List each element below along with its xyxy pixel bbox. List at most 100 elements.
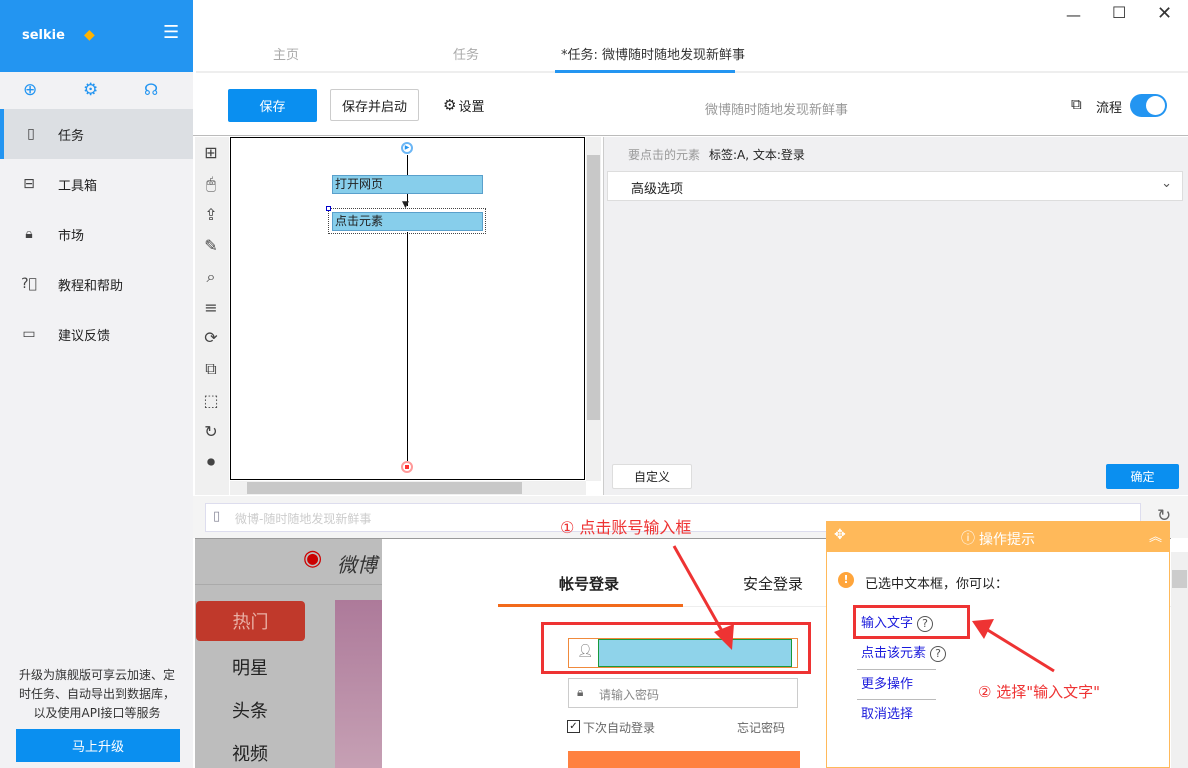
nav-hot[interactable]: 热门 — [196, 601, 305, 641]
mouse-hover-icon[interactable]: ⬚ — [200, 390, 222, 412]
connector — [407, 232, 408, 461]
flowchart-icon: ⧉ — [1071, 95, 1082, 113]
edit-input-icon[interactable]: ✎ — [200, 235, 222, 257]
save-and-start-button[interactable]: 保存并启动 — [330, 89, 419, 121]
annotation-step1: ① 点击账号输入框 — [560, 518, 692, 537]
help-icon: ?⃝ — [21, 276, 37, 292]
flow-toggle[interactable] — [1130, 94, 1167, 117]
gear-icon: ⚙ — [443, 96, 457, 114]
advanced-options-dropdown[interactable]: 高级选项 ⌄ — [607, 171, 1183, 201]
tips-header[interactable]: ✥ ⓘ 操作提示 ︽ — [826, 521, 1170, 552]
sidebar-header: selkie ◆ ☰ — [0, 0, 193, 72]
tab-home[interactable]: 主页 — [273, 44, 299, 63]
action-click-element[interactable]: 点击该元素? — [861, 642, 947, 662]
flow-label: 流程 — [1096, 101, 1123, 116]
forgot-password-link[interactable]: 忘记密码 — [737, 719, 785, 736]
nav-headlines[interactable]: 头条 — [232, 697, 268, 723]
divider — [193, 135, 1188, 136]
flow-node-click-element[interactable]: 点击元素 — [332, 212, 483, 231]
stop-icon[interactable]: ⏺ — [200, 451, 222, 473]
tab-account-login[interactable]: 帐号登录 — [559, 573, 619, 594]
tab-tasks[interactable]: 任务 — [453, 44, 479, 63]
nav-stars[interactable]: 明星 — [232, 654, 268, 680]
divider — [857, 699, 936, 700]
weibo-logo-icon: ◉ — [303, 546, 323, 571]
loop-click-icon[interactable]: ↻ — [200, 421, 222, 443]
task-title: 微博随时随地发现新鲜事 — [705, 103, 849, 118]
close-icon[interactable]: ✕ — [1157, 3, 1172, 24]
sidebar-item-market[interactable]: 🔒︎ 市场 — [0, 209, 193, 259]
menu-icon[interactable]: ☰ — [163, 22, 179, 43]
banner-image — [335, 600, 382, 768]
start-icon: ▶ — [401, 142, 413, 154]
sidebar-item-label: 任务 — [58, 128, 85, 144]
settings-button[interactable]: ⚙ 设置 — [443, 94, 484, 116]
highlight-box-input-text — [853, 605, 970, 639]
login-tab-underline — [498, 604, 683, 607]
sidebar: selkie ◆ ☰ ⊕ ⚙ ☊ ▯ 任务 ⊟ 工具箱 🔒︎ 市场 ?⃝ 教程和帮助 ▭… — [0, 0, 193, 768]
alert-icon: ⓘ — [961, 531, 975, 547]
sidebar-item-tasks[interactable]: ▯ 任务 — [0, 109, 193, 159]
sidebar-item-label: 工具箱 — [58, 178, 98, 194]
app-name: selkie — [22, 28, 65, 43]
nav-video[interactable]: 视频 — [232, 740, 268, 766]
end-icon — [401, 461, 413, 473]
confirm-button[interactable]: 确定 — [1106, 464, 1179, 489]
vertical-scrollbar[interactable] — [586, 137, 601, 481]
tips-title: 操作提示 — [979, 532, 1035, 548]
custom-button[interactable]: 自定义 — [612, 464, 692, 489]
loop-icon[interactable]: ⟳ — [200, 327, 222, 349]
annotation-step2: ② 选择"输入文字" — [978, 683, 1101, 701]
horizontal-scrollbar[interactable] — [230, 481, 586, 495]
element-label: 要点击的元素 — [628, 148, 701, 162]
action-cancel-selection[interactable]: 取消选择 — [861, 703, 913, 722]
action-label: 点击该元素 — [861, 646, 927, 661]
help-icon[interactable]: ? — [930, 646, 947, 662]
move-icon[interactable]: ✥ — [834, 527, 846, 543]
vip-diamond-icon: ◆ — [84, 27, 95, 43]
flow-node-open-page[interactable]: 打开网页 — [332, 175, 483, 194]
select-option-icon[interactable]: ≡ — [200, 297, 222, 319]
file-icon: ▯ — [27, 126, 35, 142]
sidebar-item-feedback[interactable]: ▭ 建议反馈 — [0, 309, 193, 359]
save-button[interactable]: 保存 — [228, 89, 317, 122]
mouse-click-icon[interactable]: 🖱︎ — [200, 173, 222, 195]
toolbox-icon: ⊟ — [23, 176, 35, 192]
password-placeholder: 请输入密码 — [599, 688, 660, 702]
password-input[interactable]: 🔒︎ 请输入密码 — [568, 678, 798, 708]
upgrade-button[interactable]: 马上升级 — [16, 729, 180, 762]
active-tab-indicator — [555, 70, 735, 73]
captcha-icon[interactable]: ⌕ — [200, 266, 222, 288]
weibo-logo: 微博 — [337, 553, 377, 577]
chevron-down-icon: ⌄ — [1161, 176, 1172, 191]
tab-secure-login[interactable]: 安全登录 — [743, 573, 803, 594]
page-icon: ▯ — [213, 509, 221, 524]
upgrade-promo: 升级为旗舰版可享云加速、定时任务、自动导出到数据库，以及使用API接口等服务 — [18, 668, 175, 720]
divider — [195, 584, 382, 585]
remember-checkbox[interactable]: ✓ — [567, 720, 580, 733]
login-button[interactable] — [568, 751, 800, 768]
lock-icon: 🔒︎ — [25, 226, 33, 242]
settings-label: 设置 — [458, 99, 485, 115]
branch-icon[interactable]: ⧉ — [200, 358, 222, 380]
connector — [407, 155, 408, 175]
tab-current-task[interactable]: *任务: 微博随时随地发现新鲜事 — [561, 44, 745, 63]
sidebar-item-label: 市场 — [58, 228, 85, 244]
page-scrollbar[interactable] — [1171, 552, 1188, 768]
maximize-icon[interactable]: ☐ — [1112, 3, 1126, 22]
extract-icon[interactable]: ⇪ — [200, 204, 222, 226]
divider — [857, 669, 936, 670]
annotation-arrow-2 — [972, 619, 1055, 673]
new-page-icon[interactable]: ⊞ — [200, 142, 222, 164]
add-icon[interactable]: ⊕ — [23, 80, 37, 100]
sidebar-item-toolbox[interactable]: ⊟ 工具箱 — [0, 159, 193, 209]
warning-icon: ! — [838, 572, 854, 588]
action-more[interactable]: 更多操作 — [861, 673, 913, 692]
collapse-icon[interactable]: ︽ — [1149, 526, 1162, 545]
sidebar-item-help[interactable]: ?⃝ 教程和帮助 — [0, 259, 193, 309]
headset-icon[interactable]: ☊ — [144, 80, 158, 99]
minimize-icon[interactable]: — — [1066, 6, 1081, 24]
gear-icon[interactable]: ⚙ — [83, 80, 98, 100]
selection-handle[interactable] — [326, 206, 331, 211]
feedback-icon: ▭ — [22, 326, 36, 342]
